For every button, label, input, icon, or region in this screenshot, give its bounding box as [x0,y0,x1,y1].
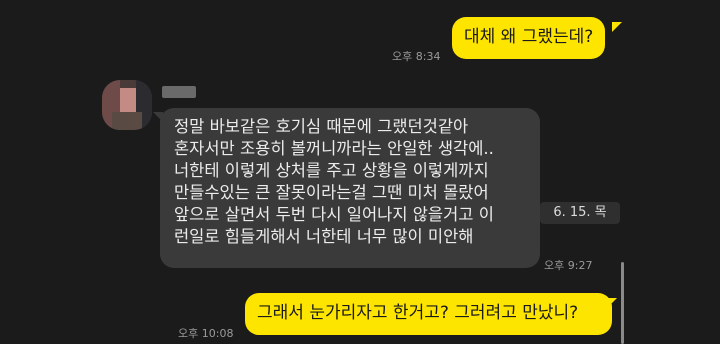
outgoing-message-bubble[interactable]: 그래서 눈가리자고 한거고? 그러려고 만났니? [245,293,612,335]
message-line: 앞으로 살면서 두번 다시 일어나지 않을거고 이 [174,205,494,224]
bubble-tail [607,298,617,308]
outgoing-message-bubble[interactable]: 대체 왜 그랬는데? [452,17,606,59]
message-text: 그래서 눈가리자고 한거고? 그러려고 만났니? [257,303,579,323]
scrollbar[interactable] [621,262,624,344]
message-text: 대체 왜 그랬는데? [464,27,594,47]
message-line: 정말 바보같은 호기심 때문에 그랬던것같아 [174,117,469,136]
message-timestamp: 오후 9:27 [544,259,593,272]
message-line: 만들수있는 큰 잘못이라는걸 그땐 미처 몰랐어 [174,183,489,202]
avatar[interactable] [102,80,152,130]
sender-name-blurred [162,86,196,98]
message-line: 너한테 이렇게 상처를 주고 상황을 이렇게까지 [174,161,489,180]
message-line: 런일로 힘들게해서 너한테 너무 많이 미안해 [174,227,474,246]
message-timestamp: 오후 10:08 [178,327,234,340]
bubble-tail [612,22,622,32]
message-timestamp: 오후 8:34 [392,50,441,63]
message-line: 혼자서만 조용히 볼꺼니까라는 안일한 생각에.. [174,139,494,158]
incoming-message-bubble[interactable]: 정말 바보같은 호기심 때문에 그랬던것같아 혼자서만 조용히 볼꺼니까라는 안… [160,108,540,268]
date-tooltip: 6. 15. 목 [540,202,620,224]
bubble-tail [153,112,163,122]
